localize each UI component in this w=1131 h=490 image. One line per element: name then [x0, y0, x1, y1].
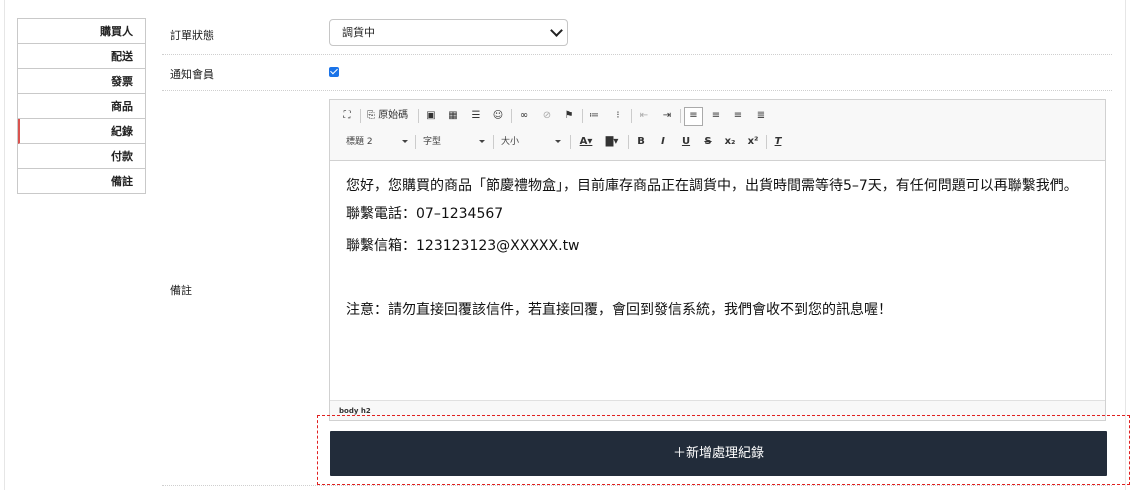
unlink-icon[interactable]: ⊘ — [540, 108, 554, 124]
font-value: 字型 — [423, 137, 442, 147]
toolbar-separator — [493, 135, 494, 149]
format-select[interactable]: 標題 2 — [346, 134, 408, 150]
chevron-down-icon — [550, 24, 563, 37]
numbered-list-icon[interactable]: ≔ — [587, 108, 601, 124]
toolbar-separator — [570, 135, 571, 149]
format-value: 標題 2 — [346, 137, 373, 147]
order-status-select[interactable]: 調貨中 — [329, 19, 568, 46]
dropdown-arrow-icon — [555, 140, 561, 143]
editor-toolbar: ⛶ ⎘ 原始碼 ▣ ▦ ☰ ☺ ∞ ⊘ ⚑ ≔ ⁝ ⇤ ⇥ ≡ ≡ ≡ ≣ 標題… — [330, 100, 1105, 161]
bulleted-list-icon[interactable]: ⁝ — [611, 108, 625, 124]
sidebar-item-delivery[interactable]: 配送 — [18, 44, 145, 69]
content-line: 注意：請勿直接回覆該信件，若直接回覆，會回到發信系統，我們會收不到您的訊息喔！ — [346, 302, 892, 318]
content-line: 聯繫信箱：123123123@XXXXX.tw — [346, 238, 580, 254]
sidebar-item-buyer[interactable]: 購買人 — [18, 19, 145, 44]
source-button[interactable]: ⎘ 原始碼 — [367, 108, 413, 124]
sidebar-item-payment[interactable]: 付款 — [18, 144, 145, 169]
source-label: 原始碼 — [378, 110, 409, 121]
outdent-icon[interactable]: ⇤ — [637, 108, 651, 124]
toolbar-separator — [628, 135, 629, 149]
editor-content[interactable]: 您好，您購買的商品「節慶禮物盒」，目前庫存商品正在調貨中，出貨時間需等待5–7天… — [346, 176, 1086, 320]
italic-icon[interactable]: I — [656, 134, 670, 150]
row-divider — [162, 54, 1112, 55]
toolbar-separator — [415, 135, 416, 149]
toolbar-separator — [766, 135, 767, 149]
toolbar-separator — [360, 109, 361, 123]
left-border — [4, 0, 5, 490]
sidebar-nav: 購買人 配送 發票 商品 紀錄 付款 備註 — [17, 18, 146, 194]
sidebar-item-products[interactable]: 商品 — [18, 94, 145, 119]
notify-member-label: 通知會員 — [170, 68, 214, 81]
text-color-icon[interactable]: A▾ — [576, 134, 596, 150]
toolbar-separator — [680, 109, 681, 123]
maximize-icon[interactable]: ⛶ — [340, 108, 354, 124]
toolbar-separator — [631, 109, 632, 123]
sidebar-item-notes[interactable]: 備註 — [18, 169, 145, 194]
sidebar-item-invoice[interactable]: 發票 — [18, 69, 145, 94]
size-value: 大小 — [501, 137, 520, 147]
content-line: 您好，您購買的商品「節慶禮物盒」，目前庫存商品正在調貨中，出貨時間需等待5–7天… — [346, 178, 1078, 194]
justify-icon[interactable]: ≣ — [754, 108, 768, 124]
underline-icon[interactable]: U — [679, 134, 693, 150]
toolbar-separator — [511, 109, 512, 123]
add-record-button[interactable]: ＋新增處理紀錄 — [330, 431, 1107, 476]
size-select[interactable]: 大小 — [501, 134, 561, 150]
notify-member-checkbox[interactable] — [329, 67, 339, 77]
align-center-icon[interactable]: ≡ — [709, 108, 723, 124]
indent-icon[interactable]: ⇥ — [660, 108, 674, 124]
order-status-label: 訂單狀態 — [170, 29, 214, 42]
image-icon[interactable]: ▣ — [424, 108, 438, 124]
source-icon: ⎘ — [367, 110, 375, 121]
align-right-icon[interactable]: ≡ — [731, 108, 745, 124]
font-select[interactable]: 字型 — [423, 134, 485, 150]
dropdown-arrow-icon — [479, 140, 485, 143]
anchor-flag-icon[interactable]: ⚑ — [562, 108, 576, 124]
rich-text-editor[interactable]: ⛶ ⎘ 原始碼 ▣ ▦ ☰ ☺ ∞ ⊘ ⚑ ≔ ⁝ ⇤ ⇥ ≡ ≡ ≡ ≣ 標題… — [329, 99, 1106, 421]
align-left-icon[interactable]: ≡ — [684, 107, 703, 126]
bold-icon[interactable]: B — [634, 134, 648, 150]
dropdown-arrow-icon — [402, 140, 408, 143]
row-divider — [162, 90, 1112, 91]
toolbar-separator — [418, 109, 419, 123]
row-divider — [162, 485, 1112, 486]
sidebar-item-records[interactable]: 紀錄 — [18, 119, 145, 144]
toolbar-separator — [582, 109, 583, 123]
remove-format-icon[interactable]: T — [771, 134, 785, 150]
note-label: 備註 — [170, 284, 192, 297]
strikethrough-icon[interactable]: S — [701, 134, 715, 150]
content-line: 聯繫電話：07–1234567 — [346, 206, 504, 222]
order-status-value: 調貨中 — [342, 26, 375, 39]
link-icon[interactable]: ∞ — [517, 108, 531, 124]
smiley-icon[interactable]: ☺ — [491, 108, 505, 124]
horizontal-line-icon[interactable]: ☰ — [469, 108, 483, 124]
subscript-icon[interactable]: x₂ — [723, 134, 737, 150]
table-icon[interactable]: ▦ — [446, 108, 460, 124]
background-color-icon[interactable]: ▇▾ — [602, 134, 622, 150]
superscript-icon[interactable]: x² — [746, 134, 760, 150]
